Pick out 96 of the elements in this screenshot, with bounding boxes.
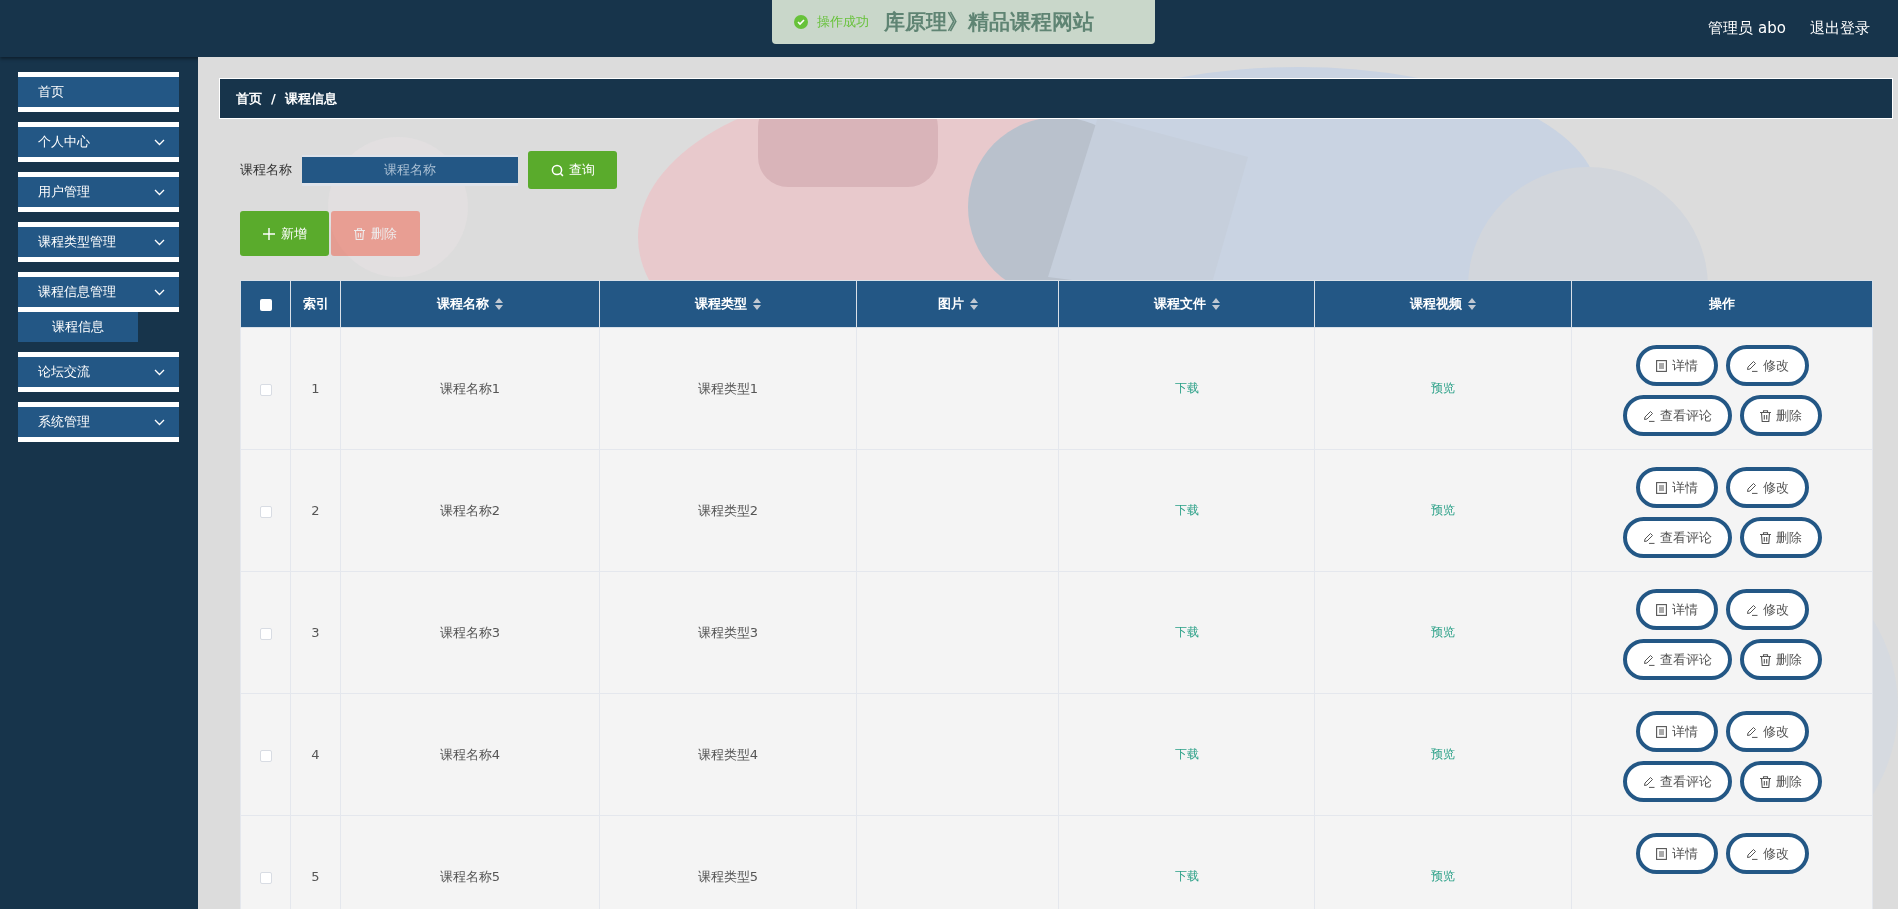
pencil-icon (1745, 725, 1758, 738)
row-checkbox[interactable] (259, 749, 272, 762)
trash-icon (354, 227, 365, 240)
toast-message: 操作成功 (817, 13, 869, 31)
detail-button[interactable]: 详情 (1635, 345, 1718, 386)
table-cell: 课程名称3 (439, 624, 501, 640)
pencil-icon (1642, 775, 1655, 788)
column-header[interactable]: 课程文件 (1153, 295, 1220, 313)
detail-button[interactable]: 详情 (1635, 711, 1718, 752)
check-circle-icon (794, 15, 808, 29)
chevron-down-icon (154, 368, 165, 376)
column-header: 索引 (302, 295, 329, 313)
table-cell: 课程类型5 (697, 868, 759, 884)
trash-icon (1759, 775, 1771, 788)
document-icon (1655, 725, 1667, 738)
user-name: 管理员 abo (1708, 19, 1786, 38)
sidebar-item[interactable]: 系统管理 (18, 402, 179, 442)
sort-icon (753, 298, 761, 310)
table-cell: 1 (311, 381, 320, 396)
delete-button[interactable]: 删除 (1739, 395, 1822, 436)
site-title: 库原理》精品课程网站 (884, 9, 1094, 36)
edit-button[interactable]: 修改 (1725, 711, 1809, 752)
edit-button[interactable]: 修改 (1725, 589, 1809, 630)
detail-button[interactable]: 详情 (1635, 589, 1718, 630)
breadcrumb-separator: / (271, 91, 276, 106)
sidebar-item[interactable]: 个人中心 (18, 122, 179, 162)
breadcrumb-item[interactable]: 首页 (236, 89, 262, 108)
document-icon (1655, 603, 1667, 616)
search-field[interactable]: 课程名称 (302, 154, 518, 186)
sort-icon (1468, 298, 1476, 310)
edit-button[interactable]: 修改 (1725, 833, 1809, 874)
sidebar-subitem[interactable]: 课程信息 (18, 312, 138, 342)
view-comments-button[interactable]: 查看评论 (1622, 639, 1732, 680)
select-all-checkbox[interactable] (259, 299, 272, 311)
row-checkbox[interactable] (259, 871, 272, 884)
table-cell: 2 (311, 503, 320, 518)
trash-icon (1759, 653, 1771, 666)
detail-button[interactable]: 详情 (1635, 467, 1718, 508)
pencil-icon (1642, 531, 1655, 544)
delete-button[interactable]: 删除 (1739, 639, 1822, 680)
detail-button[interactable]: 详情 (1635, 833, 1718, 874)
chevron-down-icon (154, 188, 165, 196)
sidebar-item[interactable]: 用户管理 (18, 172, 179, 212)
table-cell: 课程名称5 (439, 868, 501, 884)
table-cell: 3 (311, 625, 320, 640)
document-icon (1655, 359, 1667, 372)
row-checkbox[interactable] (259, 627, 272, 640)
chevron-down-icon (154, 238, 165, 246)
table-cell: 课程名称2 (439, 502, 501, 518)
view-comments-button[interactable]: 查看评论 (1622, 395, 1732, 436)
chevron-down-icon (154, 288, 165, 296)
row-checkbox[interactable] (259, 383, 272, 396)
field-label: 课程名称 (240, 161, 292, 179)
delete-button[interactable]: 删除 (1739, 517, 1822, 558)
trash-icon (1759, 531, 1771, 544)
column-header: 操作 (1709, 295, 1735, 313)
pencil-icon (1745, 359, 1758, 372)
sort-icon (1211, 298, 1220, 310)
edit-button[interactable]: 修改 (1725, 345, 1809, 386)
view-comments-button[interactable]: 查看评论 (1622, 761, 1732, 802)
table-cell: 课程名称1 (439, 380, 501, 396)
search-icon (550, 163, 564, 177)
view-comments-button[interactable]: 查看评论 (1622, 517, 1732, 558)
table-cell: 课程类型2 (697, 502, 759, 518)
table-cell: 课程类型1 (697, 380, 759, 396)
sidebar-item[interactable]: 课程类型管理 (18, 222, 179, 262)
table-cell: 课程类型3 (697, 624, 759, 640)
table-cell: 4 (311, 747, 320, 762)
chevron-down-icon (154, 418, 165, 426)
sidebar-item[interactable]: 首页 (18, 72, 179, 112)
table-cell: 课程名称4 (439, 746, 501, 762)
column-header[interactable]: 课程名称 (437, 295, 503, 313)
sidebar-item[interactable]: 课程信息管理 (18, 272, 179, 312)
trash-icon (1759, 409, 1771, 422)
sidebar-item[interactable]: 论坛交流 (18, 352, 179, 392)
plus-icon (262, 227, 275, 240)
document-icon (1655, 847, 1667, 860)
pencil-icon (1745, 481, 1758, 494)
logout-link[interactable]: 退出登录 (1810, 19, 1870, 38)
sort-icon (969, 298, 978, 310)
pencil-icon (1642, 409, 1655, 422)
document-icon (1655, 481, 1667, 494)
pencil-icon (1642, 653, 1655, 666)
pencil-icon (1745, 603, 1758, 616)
breadcrumb-item[interactable]: 课程信息 (284, 89, 337, 108)
column-header[interactable]: 课程视频 (1410, 295, 1476, 313)
column-header[interactable]: 课程类型 (695, 295, 761, 313)
chevron-down-icon (154, 138, 165, 146)
sort-icon (495, 298, 503, 310)
table-cell: 课程类型4 (697, 746, 759, 762)
row-checkbox[interactable] (259, 505, 272, 518)
delete-button[interactable]: 删除 (1739, 761, 1822, 802)
table-cell: 5 (311, 869, 320, 884)
column-header[interactable]: 图片 (937, 295, 978, 313)
pencil-icon (1745, 847, 1758, 860)
edit-button[interactable]: 修改 (1725, 467, 1809, 508)
